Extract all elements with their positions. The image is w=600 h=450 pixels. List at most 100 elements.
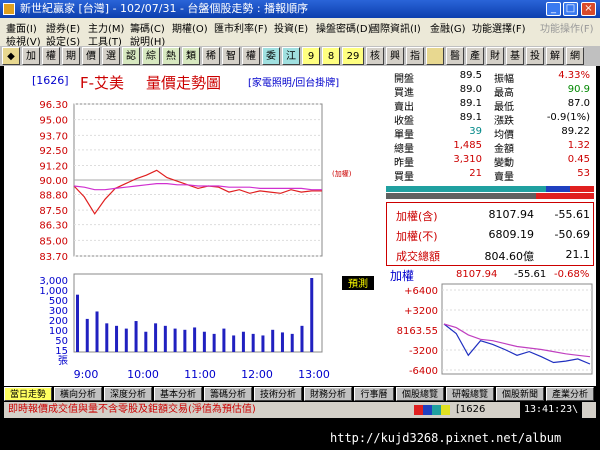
quote-label: 最低 [494, 102, 514, 113]
toolbar-button[interactable]: 投 [526, 47, 544, 65]
toolbar-button[interactable]: 江 [282, 47, 300, 65]
quote-label: 昨量 [394, 158, 414, 169]
toolbar-button[interactable]: 稀 [202, 47, 220, 65]
quote-value: 39 [469, 126, 482, 137]
volume-bar [173, 328, 177, 352]
toolbar-button[interactable]: 權 [242, 47, 260, 65]
main-panel: [1626] F-艾美 量價走勢圖 [家電照明/回台掛牌] 96.30 95.00… [4, 66, 596, 402]
toolbar-button[interactable]: 興 [386, 47, 404, 65]
toolbar-button[interactable]: 智 [222, 47, 240, 65]
toolbar-button[interactable]: 指 [406, 47, 424, 65]
toolbar-button[interactable]: 熱 [162, 47, 180, 65]
toolbar-button[interactable]: 8 [322, 47, 340, 65]
menu-item[interactable]: 操盤密碼(D) [316, 20, 372, 35]
predict-button-label: 預測 [348, 277, 368, 290]
mini-y-tick: -6400 [409, 366, 438, 377]
toolbar-button[interactable]: 類 [182, 47, 200, 65]
toolbar-button[interactable]: 核 [366, 47, 384, 65]
analysis-tabs: 當日走勢 橫向分析 深度分析 基本分析 籌碼分析 技術分析 財務分析 行事曆 個… [4, 386, 596, 402]
menu-item[interactable]: 匯市利率(F) [214, 20, 268, 35]
toolbar-button[interactable]: 綜 [142, 47, 160, 65]
tab-news[interactable]: 個股新聞 [496, 387, 544, 401]
toolbar-button[interactable]: ◆ [2, 47, 20, 65]
quote-label: 漲跌 [494, 116, 514, 127]
quote-value: 53 [577, 168, 590, 179]
tab-overview[interactable]: 個股總覽 [396, 387, 444, 401]
price-y-tick: 91.20 [39, 162, 68, 173]
tab-industry[interactable]: 產業分析 [546, 387, 594, 401]
toolbar-button[interactable]: 價 [82, 47, 100, 65]
tab-reports[interactable]: 研報總覽 [446, 387, 494, 401]
menu-item[interactable]: 期權(O) [172, 20, 208, 35]
price-y-tick: 90.00 [39, 176, 68, 187]
volume-bar [134, 321, 138, 352]
price-y-tick: 86.30 [39, 221, 68, 232]
tab-intraday[interactable]: 當日走勢 [4, 387, 52, 401]
tab-technical[interactable]: 技術分析 [254, 387, 302, 401]
tab-calendar[interactable]: 行事曆 [354, 387, 394, 401]
volume-bar [241, 331, 245, 352]
volume-bar [76, 294, 79, 352]
tab-horizontal[interactable]: 橫向分析 [54, 387, 102, 401]
toolbar-button[interactable]: 解 [546, 47, 564, 65]
close-button[interactable]: × [581, 2, 596, 16]
maximize-button[interactable]: □ [563, 2, 578, 16]
index-change: 21.1 [565, 248, 591, 261]
tab-fundamental[interactable]: 基本分析 [154, 387, 202, 401]
quote-value: 87.0 [567, 98, 590, 109]
toolbar-button[interactable]: 基 [506, 47, 524, 65]
status-color-indicator [414, 405, 450, 415]
toolbar-button[interactable]: 權 [42, 47, 60, 65]
minimize-button[interactable]: _ [546, 2, 561, 16]
toolbar-button[interactable]: 網 [566, 47, 584, 65]
price-y-tick: 95.00 [39, 116, 68, 127]
quote-label: 單量 [394, 130, 414, 141]
toolbar-button[interactable]: 加 [22, 47, 40, 65]
quote-label: 買進 [394, 88, 414, 99]
menu-item[interactable]: 功能選擇(F) [472, 20, 526, 35]
toolbar-button[interactable]: 產 [466, 47, 484, 65]
menu-item[interactable]: 國際資訊(I) [370, 20, 421, 35]
volume-bar [290, 333, 294, 352]
time-axis-tick: 10:00 [127, 368, 159, 381]
time-axis-tick: 12:00 [241, 368, 273, 381]
mini-index-value: 8107.94 [456, 269, 498, 280]
quote-value: 89.1 [459, 98, 482, 109]
mini-index-change: -55.61 [514, 269, 547, 280]
toolbar-button[interactable]: 財 [486, 47, 504, 65]
volume-bar [310, 278, 314, 352]
quote-label: 均價 [494, 130, 514, 141]
volume-bar [144, 331, 148, 352]
menu-item[interactable]: 金融(G) [430, 20, 466, 35]
toolbar-button[interactable] [426, 47, 444, 65]
volume-bar [193, 327, 197, 352]
tab-financial[interactable]: 財務分析 [304, 387, 352, 401]
toolbar-button[interactable]: 醫 [446, 47, 464, 65]
index-change: -50.69 [554, 228, 590, 241]
price-marker: (加權) [332, 169, 352, 178]
quote-value: 89.0 [459, 84, 482, 95]
volume-bar [115, 325, 119, 352]
menu-item[interactable]: 投資(E) [274, 20, 308, 35]
index-value: 804.60億 [484, 250, 535, 263]
volume-bar [232, 335, 236, 352]
toolbar-button[interactable]: 委 [262, 47, 280, 65]
volume-bar [212, 333, 216, 352]
quote-label: 總量 [394, 144, 414, 155]
quote-value: 89.5 [459, 70, 482, 81]
toolbar-button[interactable]: 9 [302, 47, 320, 65]
toolbar-button[interactable]: 認 [122, 47, 140, 65]
toolbar-button[interactable]: 選 [102, 47, 120, 65]
quote-value: 3,310 [453, 154, 482, 165]
tab-depth[interactable]: 深度分析 [104, 387, 152, 401]
toolbar-button[interactable]: 29 [342, 47, 364, 65]
mini-y-tick: -3200 [409, 346, 438, 357]
index-label: 加權(含) [396, 210, 438, 223]
tab-chips[interactable]: 籌碼分析 [204, 387, 252, 401]
price-y-tick: 88.80 [39, 190, 68, 201]
index-label: 成交總額 [396, 250, 440, 263]
volume-bar [280, 332, 284, 352]
menu-item[interactable]: 功能操作(F) [540, 20, 594, 35]
time-axis-tick: 9:00 [74, 368, 99, 381]
toolbar-button[interactable]: 期 [62, 47, 80, 65]
